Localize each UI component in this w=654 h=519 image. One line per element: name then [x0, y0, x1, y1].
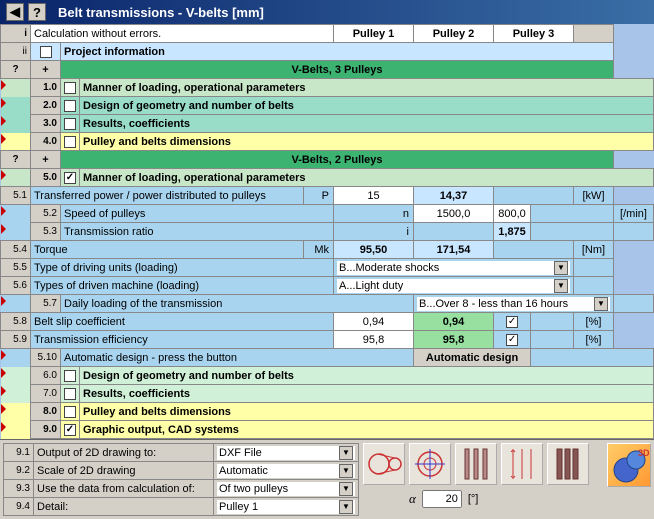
chk-2-0[interactable]: [64, 100, 76, 112]
expand-cell[interactable]: +: [31, 61, 61, 79]
chk-9-0[interactable]: ✓: [64, 424, 76, 436]
project-info-row: ii Project information: [1, 43, 654, 61]
row-5-9: 5.9 Transmission efficiency 95,8 95,8 ✓ …: [1, 331, 654, 349]
speed-p2[interactable]: 800,0: [494, 205, 531, 223]
chk-6-0[interactable]: [64, 370, 76, 382]
window-title: Belt transmissions - V-belts [mm]: [58, 5, 264, 20]
eff-p1[interactable]: 95,8: [334, 331, 414, 349]
row-5-7: 5.7 Daily loading of the transmission B.…: [1, 295, 654, 313]
chk-8-0[interactable]: [64, 406, 76, 418]
project-info-checkbox[interactable]: [40, 46, 52, 58]
alpha-row: α [°]: [409, 490, 589, 508]
help-button[interactable]: ?: [28, 3, 46, 21]
alpha-unit: [°]: [468, 493, 479, 505]
pulley-section-button[interactable]: [409, 443, 451, 485]
output-settings: 9.1 Output of 2D drawing to: DXF File▼ 9…: [3, 443, 359, 516]
output-format-dropdown[interactable]: DXF File▼: [217, 446, 355, 460]
automatic-design-button[interactable]: Automatic design: [414, 349, 531, 367]
nav-back-button[interactable]: ◀: [6, 3, 24, 21]
alpha-input[interactable]: [422, 490, 462, 508]
row-5-1: 5.1 Transferred power / power distribute…: [1, 187, 654, 205]
chevron-down-icon: ▼: [339, 446, 353, 460]
main-grid: i Calculation without errors. Pulley 1 P…: [0, 24, 654, 439]
driven-machine-dropdown[interactable]: A...Light duty▼: [337, 279, 570, 293]
row-5-8: 5.8 Belt slip coefficient 0,94 0,94 ✓ [%…: [1, 313, 654, 331]
chk-4-0[interactable]: [64, 136, 76, 148]
help-cell[interactable]: ?: [1, 61, 31, 79]
row-6-0[interactable]: 6.0 Design of geometry and number of bel…: [1, 367, 654, 385]
row-8-0[interactable]: 8.0 Pulley and belts dimensions: [1, 403, 654, 421]
title-bar: ◀ ? Belt transmissions - V-belts [mm]: [0, 0, 654, 24]
chevron-down-icon: ▼: [554, 279, 568, 293]
eff-p2: 95,8: [414, 331, 494, 349]
chevron-down-icon: ▼: [594, 297, 608, 311]
row-9-2: 9.2 Scale of 2D drawing Automatic▼: [4, 462, 359, 480]
chevron-down-icon: ▼: [554, 261, 568, 275]
calc-data-dropdown[interactable]: Of two pulleys▼: [217, 482, 355, 496]
row-2-0[interactable]: 2.0 Design of geometry and number of bel…: [1, 97, 654, 115]
chk-3-0[interactable]: [64, 118, 76, 130]
section-3pulleys-row: ? + V-Belts, 3 Pulleys: [1, 61, 654, 79]
section-3pulleys: V-Belts, 3 Pulleys: [61, 61, 614, 79]
chk-7-0[interactable]: [64, 388, 76, 400]
col-pulley-3: Pulley 3: [494, 25, 574, 43]
row-7-0[interactable]: 7.0 Results, coefficients: [1, 385, 654, 403]
help-cell-2[interactable]: ?: [1, 151, 31, 169]
chk-1-0[interactable]: [64, 82, 76, 94]
section-2pulleys: V-Belts, 2 Pulleys: [61, 151, 614, 169]
row-5-5: 5.5 Type of driving units (loading) B...…: [1, 259, 654, 277]
expand-cell-2[interactable]: +: [31, 151, 61, 169]
belt-diagram-button[interactable]: [363, 443, 405, 485]
status-text: Calculation without errors.: [31, 25, 334, 43]
row-9-1: 9.1 Output of 2D drawing to: DXF File▼: [4, 444, 359, 462]
row-1-0[interactable]: 1.0 Manner of loading, operational param…: [1, 79, 654, 97]
row-5-0[interactable]: 5.0 ✓ Manner of loading, operational par…: [1, 169, 654, 187]
row-9-0[interactable]: 9.0 ✓ Graphic output, CAD systems: [1, 421, 654, 439]
driving-units-dropdown[interactable]: B...Moderate shocks▼: [337, 261, 570, 275]
chevron-down-icon: ▼: [339, 464, 353, 478]
chevron-down-icon: ▼: [339, 500, 353, 514]
bottom-toolbar: 9.1 Output of 2D drawing to: DXF File▼ 9…: [0, 439, 654, 519]
eff-checkbox[interactable]: ✓: [506, 334, 518, 346]
row-9-4: 9.4 Detail: Pulley 1▼: [4, 498, 359, 516]
speed-p1[interactable]: 1500,0: [414, 205, 494, 223]
row-5-6: 5.6 Types of driven machine (loading) A.…: [1, 277, 654, 295]
alpha-label: α: [409, 491, 416, 507]
section-2pulleys-row: ? + V-Belts, 2 Pulleys: [1, 151, 654, 169]
col-pulley-1: Pulley 1: [334, 25, 414, 43]
row-5-4: 5.4 Torque Mk 95,50 171,54 [Nm]: [1, 241, 654, 259]
slip-checkbox[interactable]: ✓: [506, 316, 518, 328]
chk-5-0[interactable]: ✓: [64, 172, 76, 184]
power-p2: 14,37: [414, 187, 494, 205]
daily-loading-dropdown[interactable]: B...Over 8 - less than 16 hours▼: [417, 297, 610, 311]
row-9-3: 9.3 Use the data from calculation of: Of…: [4, 480, 359, 498]
row-3-0[interactable]: 3.0 Results, coefficients: [1, 115, 654, 133]
gear-3d-button[interactable]: 3D: [607, 443, 651, 487]
slip-p2: 0,94: [414, 313, 494, 331]
col-pulley-2: Pulley 2: [414, 25, 494, 43]
row-4-0[interactable]: 4.0 Pulley and belts dimensions: [1, 133, 654, 151]
detail-dropdown[interactable]: Pulley 1▼: [217, 500, 355, 514]
pulley-profile-2-button[interactable]: [501, 443, 543, 485]
row-5-3: 5.3 Transmission ratio i 1,875: [1, 223, 654, 241]
svg-text:3D: 3D: [638, 448, 650, 458]
header-row: i Calculation without errors. Pulley 1 P…: [1, 25, 654, 43]
torque-p1: 95,50: [334, 241, 414, 259]
row-5-10: 5.10 Automatic design - press the button…: [1, 349, 654, 367]
scale-dropdown[interactable]: Automatic▼: [217, 464, 355, 478]
slip-p1[interactable]: 0,94: [334, 313, 414, 331]
chevron-down-icon: ▼: [339, 482, 353, 496]
pulley-profile-1-button[interactable]: [455, 443, 497, 485]
ratio: 1,875: [494, 223, 531, 241]
row-5-2: 5.2 Speed of pulleys n 1500,0 800,0 [/mi…: [1, 205, 654, 223]
power-p1[interactable]: 15: [334, 187, 414, 205]
torque-p2: 171,54: [414, 241, 494, 259]
pulley-profile-3-button[interactable]: [547, 443, 589, 485]
